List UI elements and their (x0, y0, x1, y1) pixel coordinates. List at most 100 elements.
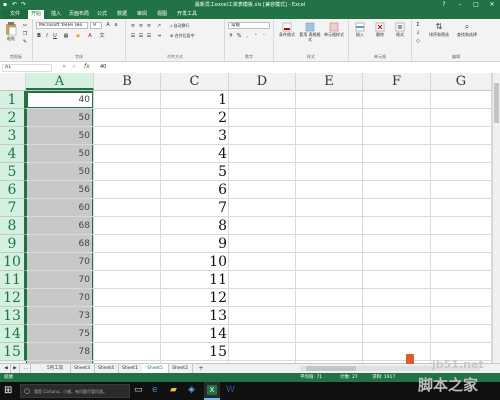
add-sheet-button[interactable]: + (196, 364, 206, 373)
sheet-tab-may-salary[interactable]: 5月工资 (40, 364, 71, 373)
edge-icon[interactable]: e (152, 385, 158, 395)
row-header[interactable]: 14 (0, 325, 26, 343)
copy-icon[interactable]: ❐ (22, 31, 28, 37)
cell-c[interactable]: 2 (161, 109, 227, 127)
sheet-scroll-right-icon[interactable]: ▶ (11, 364, 20, 373)
fill-icon[interactable]: ↓ (415, 30, 421, 36)
store-icon[interactable]: ◈ (188, 385, 195, 395)
cell-a[interactable]: 60 (26, 199, 90, 217)
row-header[interactable]: 13 (0, 307, 26, 325)
underline-icon[interactable]: U (52, 33, 58, 39)
cell-c[interactable]: 11 (161, 271, 227, 289)
cell-a[interactable]: 70 (26, 271, 90, 289)
cell-c[interactable]: 4 (161, 145, 227, 163)
maximize-button[interactable]: □ (468, 0, 484, 9)
column-header-b[interactable]: B (94, 73, 161, 90)
format-cells-button[interactable]: 格式 (391, 22, 409, 37)
increase-decimal-icon[interactable]: ⁺ (253, 33, 259, 39)
cell-c[interactable]: 8 (161, 217, 227, 235)
cell-c[interactable]: 15 (161, 343, 227, 361)
insert-function-icon[interactable]: fx (84, 63, 90, 70)
sheet-tab-sheet3[interactable]: Sheet3 (70, 364, 95, 373)
paste-button[interactable]: 粘贴 (3, 22, 19, 41)
cell-c[interactable]: 7 (161, 199, 227, 217)
tab-formulas[interactable]: 公式 (94, 10, 110, 19)
select-all-corner[interactable] (0, 73, 26, 90)
phonetic-icon[interactable]: 文 (99, 33, 105, 39)
row-header[interactable]: 7 (0, 199, 26, 217)
cell-a[interactable]: 70 (26, 253, 90, 271)
find-select-button[interactable]: ⌕ 查找和选择 (454, 22, 480, 37)
sheet-tab-sheet2[interactable]: Sheet2 (168, 364, 193, 373)
cell-a[interactable]: 40 (26, 91, 90, 109)
cell-c[interactable]: 10 (161, 253, 227, 271)
horizontal-scrollbar-thumb[interactable] (306, 366, 356, 371)
cell-c[interactable]: 6 (161, 181, 227, 199)
cell-a[interactable]: 68 (26, 217, 90, 235)
cell-styles-button[interactable]: 单元格样式 (322, 22, 346, 37)
windows-start-icon[interactable]: ⊞ (4, 385, 12, 396)
tab-file[interactable]: 文件 (2, 10, 28, 19)
row-header[interactable]: 8 (0, 217, 26, 235)
sheet-more-icon[interactable]: … (22, 364, 31, 373)
conditional-format-button[interactable]: 条件格式 (276, 22, 298, 37)
save-icon[interactable]: ▪ (3, 1, 7, 8)
sheet-scroll-left-icon[interactable]: ◀ (2, 364, 11, 373)
formula-cancel-icon[interactable]: ✕ (62, 64, 66, 70)
format-painter-icon[interactable]: ✎ (22, 39, 28, 45)
tab-view[interactable]: 视图 (154, 10, 170, 19)
column-header-f[interactable]: F (363, 73, 431, 90)
undo-icon[interactable]: ↶ (12, 1, 17, 8)
cell-c[interactable]: 3 (161, 127, 227, 145)
cell-a[interactable]: 50 (26, 163, 90, 181)
column-header-g[interactable]: G (431, 73, 492, 90)
indent-icon[interactable]: ⇥ (156, 33, 162, 39)
bold-icon[interactable]: B (36, 33, 42, 39)
row-header[interactable]: 1 (0, 91, 26, 109)
minimize-button[interactable]: – (452, 0, 468, 9)
cell-a[interactable]: 50 (26, 145, 90, 163)
cell-a[interactable]: 50 (26, 109, 90, 127)
row-header[interactable]: 6 (0, 181, 26, 199)
cell-grid[interactable]: 40 1 50 2 50 3 50 4 50 5 56 6 60 7 68 8 68 9 70 10 70 11 70 12 7… (26, 91, 492, 363)
row-header[interactable]: 12 (0, 289, 26, 307)
tab-data[interactable]: 数据 (114, 10, 130, 19)
align-right-icon[interactable]: ☰ (146, 33, 152, 39)
formula-enter-icon[interactable]: ✓ (72, 64, 76, 70)
cell-c[interactable]: 9 (161, 235, 227, 253)
column-header-c[interactable]: C (161, 73, 229, 90)
percent-icon[interactable]: % (236, 33, 242, 39)
border-icon[interactable]: ▦ (63, 33, 69, 39)
currency-icon[interactable]: ¥ (228, 33, 234, 39)
cell-a[interactable]: 75 (26, 325, 90, 343)
delete-cells-button[interactable]: 删除 (371, 22, 389, 37)
align-middle-icon[interactable]: ≡ (138, 23, 144, 29)
cell-a[interactable]: 78 (26, 343, 90, 361)
cell-c[interactable]: 12 (161, 289, 227, 307)
row-header[interactable]: 2 (0, 109, 26, 127)
align-top-icon[interactable]: ≡ (130, 23, 136, 29)
comma-icon[interactable]: , (244, 33, 250, 39)
row-header[interactable]: 10 (0, 253, 26, 271)
cortana-search-box[interactable]: ○ 我是 Cortana，小娜。有问题尽管问我。 (20, 384, 130, 398)
cut-icon[interactable]: ✂ (22, 23, 28, 29)
cell-a[interactable]: 56 (26, 181, 90, 199)
orientation-icon[interactable]: ↗ (156, 23, 162, 29)
font-size-select[interactable]: 9 (90, 22, 102, 29)
row-header[interactable]: 3 (0, 127, 26, 145)
row-header[interactable]: 15 (0, 343, 26, 361)
sort-filter-button[interactable]: ⇅ 排序和筛选 (426, 22, 452, 37)
formula-input[interactable]: 40 (100, 64, 106, 70)
name-box[interactable]: A1 (2, 64, 52, 72)
column-header-d[interactable]: D (229, 73, 296, 90)
italic-icon[interactable]: I (44, 33, 50, 39)
vertical-scrollbar[interactable] (492, 73, 500, 363)
task-view-icon[interactable]: ▭ (134, 385, 143, 395)
font-name-select[interactable]: Microsoft YaHei (Bo (36, 22, 88, 29)
tab-home[interactable]: 开始 (28, 10, 45, 19)
row-header[interactable]: 4 (0, 145, 26, 163)
wrap-text-button[interactable]: ⤶ 自动换行 (170, 23, 220, 28)
merge-center-button[interactable]: ⊞ 合并后居中 (170, 33, 222, 38)
row-header[interactable]: 5 (0, 163, 26, 181)
cell-c[interactable]: 5 (161, 163, 227, 181)
